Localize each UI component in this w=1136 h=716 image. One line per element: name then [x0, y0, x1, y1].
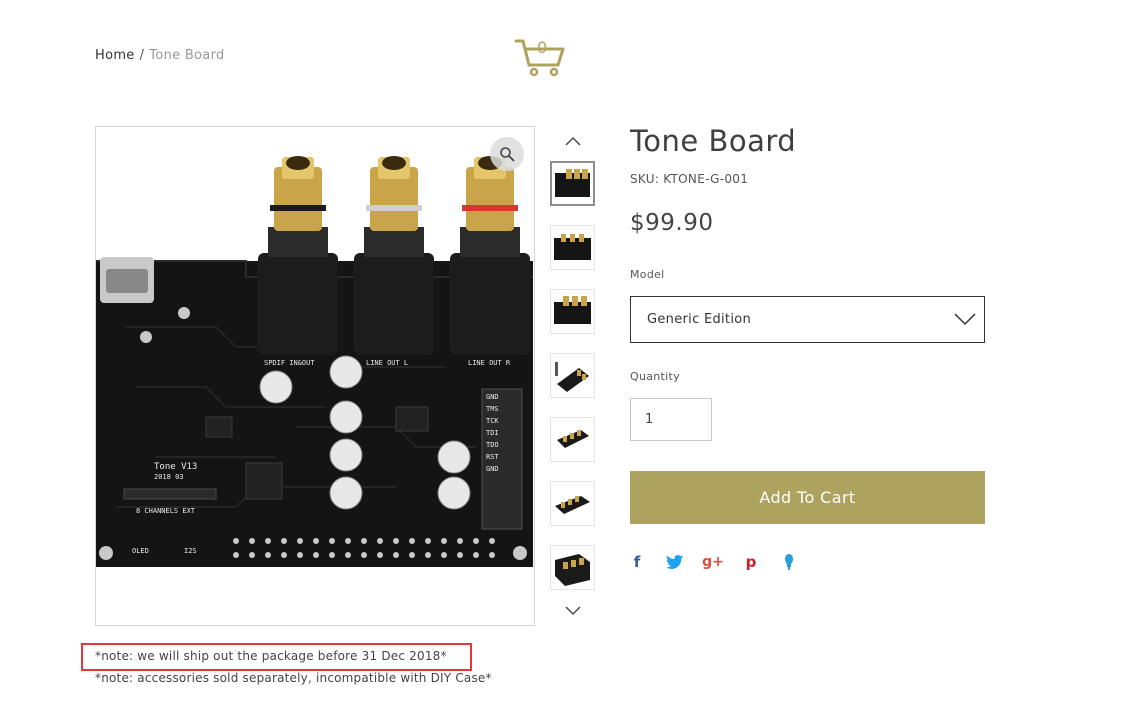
board-label-ext: 8 CHANNELS EXT	[136, 507, 196, 515]
product-photo: SPDIF IN&OUT LINE OUT L LINE OUT R Tone …	[96, 156, 533, 567]
google-plus-icon[interactable]: g+	[702, 552, 724, 572]
board-label-pin-4: TDO	[486, 441, 499, 449]
board-label-pin-0: GND	[486, 393, 499, 401]
thumbnail-scroll-down-button[interactable]	[550, 600, 596, 622]
product-price: $99.90	[630, 210, 714, 236]
breadcrumb-home-link[interactable]: Home	[95, 48, 135, 63]
board-label-pin-3: TDI	[486, 429, 499, 437]
thumbnail-strip	[550, 130, 596, 625]
product-title: Tone Board	[630, 124, 797, 158]
thumbnail-2[interactable]	[550, 225, 595, 270]
product-sku: SKU: KTONE-G-001	[630, 172, 749, 186]
board-label-oled: OLED	[132, 547, 149, 555]
zoom-button[interactable]	[490, 137, 524, 171]
chevron-down-icon	[565, 606, 581, 615]
breadcrumb: Home / Tone Board	[95, 48, 225, 63]
share-bar: f g+ p	[627, 552, 799, 572]
magnifier-icon	[500, 147, 515, 162]
quantity-value: 1	[645, 412, 654, 427]
board-label-i2s: I2S	[184, 547, 197, 555]
twitter-icon[interactable]	[665, 552, 685, 572]
board-label-pin-1: TMS	[486, 405, 499, 413]
cart-count: 0	[537, 38, 548, 57]
board-label-line-r: LINE OUT R	[468, 359, 511, 367]
board-label-pin-5: RST	[486, 453, 499, 461]
thumbnail-6[interactable]	[550, 481, 595, 526]
board-label-model: Tone V13	[154, 462, 197, 472]
board-label-pin-2: TCK	[486, 417, 499, 425]
board-label-pin-6: GND	[486, 465, 499, 473]
thumbnail-scroll-up-button[interactable]	[550, 130, 596, 152]
breadcrumb-current: Tone Board	[149, 48, 225, 63]
main-product-image[interactable]: SPDIF IN&OUT LINE OUT L LINE OUT R Tone …	[95, 126, 535, 626]
pinterest-icon[interactable]: p	[741, 552, 761, 572]
quantity-label: Quantity	[630, 370, 680, 383]
chevron-down-icon	[954, 313, 976, 326]
thumbnail-1[interactable]	[550, 161, 595, 206]
shipping-note: *note: we will ship out the package befo…	[95, 649, 447, 663]
breadcrumb-separator: /	[139, 48, 145, 63]
model-label: Model	[630, 268, 665, 281]
facebook-icon[interactable]: f	[627, 552, 647, 572]
model-dropdown[interactable]: Generic Edition	[630, 296, 985, 343]
board-label-spdif: SPDIF IN&OUT	[264, 359, 315, 367]
model-selected-value: Generic Edition	[647, 312, 752, 327]
cart-button[interactable]: 0	[514, 36, 566, 78]
thumbnail-4[interactable]	[550, 353, 595, 398]
board-label-date: 2018 03	[154, 473, 184, 481]
quantity-input[interactable]: 1	[630, 398, 712, 441]
board-label-line-l: LINE OUT L	[366, 359, 408, 367]
thumbnail-5[interactable]	[550, 417, 595, 462]
tumblr-icon[interactable]	[779, 552, 799, 572]
add-to-cart-button[interactable]: Add To Cart	[630, 471, 985, 524]
thumbnail-7[interactable]	[550, 545, 595, 590]
accessories-note: *note: accessories sold separately, inco…	[95, 671, 492, 685]
thumbnail-3[interactable]	[550, 289, 595, 334]
chevron-up-icon	[565, 137, 581, 146]
